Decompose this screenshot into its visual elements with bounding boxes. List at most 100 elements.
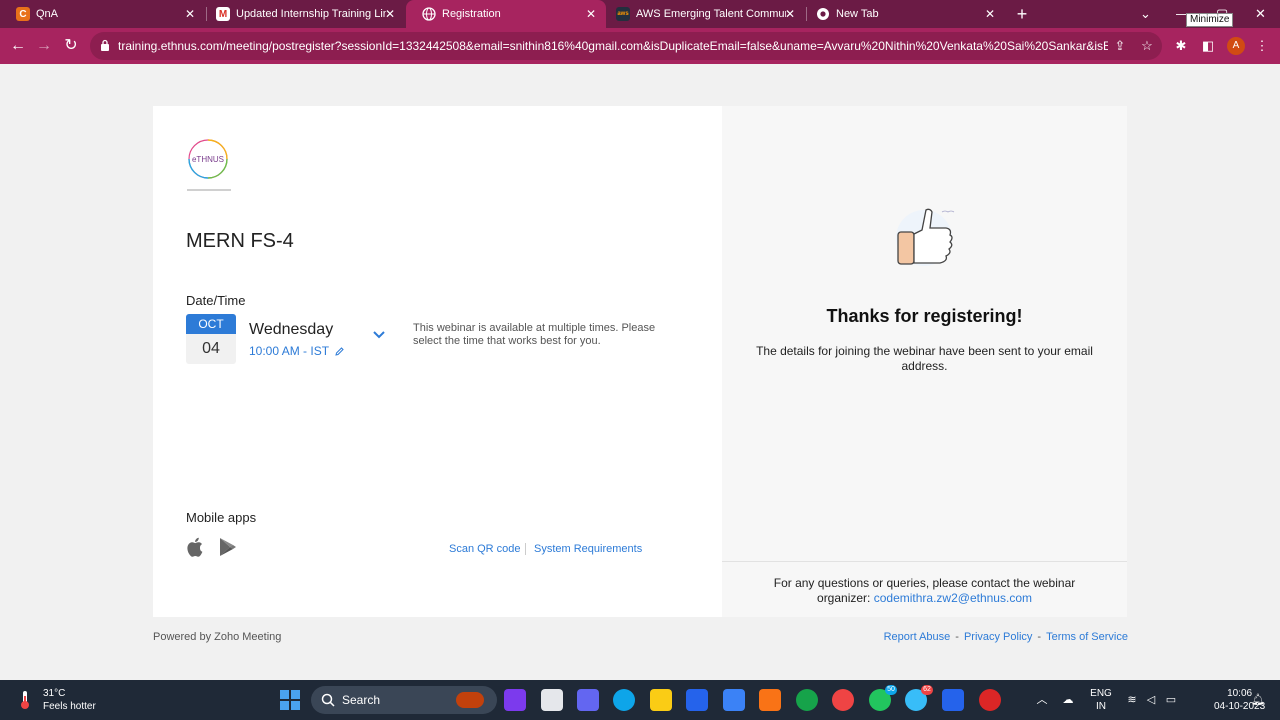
availability-note: This webinar is available at multiple ti… — [413, 322, 656, 347]
taskbar-search[interactable]: Search — [311, 686, 497, 714]
link-divider — [525, 543, 526, 555]
vscode-icon[interactable] — [942, 689, 964, 711]
lock-icon[interactable] — [100, 39, 110, 51]
volume-icon[interactable]: ◁ — [1143, 692, 1159, 708]
search-label: Search — [342, 693, 381, 707]
windows-taskbar: 31°C Feels hotter Search 50 62 ︿ ☁ ENG I… — [0, 680, 1280, 720]
tab-new-tab[interactable]: New Tab ✕ — [800, 0, 1005, 28]
region-code: IN — [1096, 701, 1106, 712]
tab-qna[interactable]: C QnA ✕ — [0, 0, 205, 28]
share-icon[interactable]: ⇪ — [1112, 38, 1128, 54]
ethnus-logo: eTHNUS — [187, 139, 231, 191]
weather-temperature[interactable]: 31°C — [43, 688, 65, 699]
edit-pencil-icon[interactable] — [334, 346, 345, 357]
file-explorer-icon[interactable] — [650, 689, 672, 711]
tab-title: New Tab — [836, 8, 879, 20]
edge-icon[interactable] — [613, 689, 635, 711]
system-requirements-link[interactable]: System Requirements — [534, 543, 642, 555]
mail-icon[interactable] — [723, 689, 745, 711]
whatsapp-icon[interactable]: 50 — [869, 685, 897, 711]
chevron-up-icon[interactable]: ︿ — [1034, 692, 1050, 708]
event-weekday: Wednesday — [249, 321, 334, 338]
footer-links: Report Abuse - Privacy Policy - Terms of… — [884, 631, 1128, 643]
tab-title: Updated Internship Training Link — [236, 8, 386, 20]
tab-title: AWS Emerging Talent Communit — [636, 8, 786, 20]
date-badge: OCT 04 — [186, 314, 236, 364]
scan-qr-link[interactable]: Scan QR code — [449, 543, 521, 555]
language-code: ENG — [1090, 688, 1112, 699]
minimize-tooltip: Minimize — [1186, 13, 1234, 27]
terms-of-service-link[interactable]: Terms of Service — [1046, 631, 1128, 643]
store-icon[interactable] — [686, 689, 708, 711]
new-tab-button[interactable]: + — [1012, 4, 1032, 24]
reload-button[interactable]: ↻ — [61, 36, 81, 56]
notification-bell-icon[interactable]: 🔔︎ — [1250, 692, 1266, 708]
whatsapp-badge: 50 — [885, 685, 897, 695]
date-day: 04 — [202, 340, 220, 357]
tab-gmail[interactable]: M Updated Internship Training Link ✕ — [200, 0, 405, 28]
tab-search-chevron-icon[interactable]: ⌄ — [1140, 4, 1151, 24]
confirmation-panel: Thanks for registering! The details for … — [722, 106, 1127, 617]
language-indicator[interactable]: ENG IN — [1090, 687, 1112, 713]
tab-registration[interactable]: Registration ✕ — [406, 0, 606, 28]
thanks-message: The details for joining the webinar have… — [756, 344, 1093, 373]
c-letter-icon: C — [16, 7, 30, 21]
windows-start-icon[interactable] — [280, 690, 300, 710]
task-view-icon[interactable] — [541, 689, 563, 711]
bookmark-star-icon[interactable]: ☆ — [1139, 38, 1155, 54]
event-title: MERN FS-4 — [186, 230, 294, 252]
date-time-label: Date/Time — [186, 293, 246, 308]
utorrent-icon[interactable] — [796, 689, 818, 711]
footer-separator: - — [955, 631, 959, 643]
footer-separator: - — [1037, 631, 1042, 643]
close-icon[interactable]: ✕ — [586, 7, 596, 21]
copilot-icon[interactable] — [504, 689, 526, 711]
weather-description[interactable]: Feels hotter — [43, 701, 96, 712]
close-icon[interactable]: ✕ — [985, 7, 995, 21]
more-menu-icon[interactable]: ⋮ — [1254, 38, 1270, 54]
tab-aws[interactable]: aws AWS Emerging Talent Communit ✕ — [600, 0, 805, 28]
close-icon[interactable]: ✕ — [185, 7, 195, 21]
divider — [722, 561, 1127, 562]
telegram-icon[interactable]: 62 — [905, 685, 933, 711]
battery-icon[interactable]: ▭ — [1163, 692, 1179, 708]
forward-button[interactable]: → — [34, 36, 54, 56]
tab-title: Registration — [442, 8, 501, 20]
omnibox[interactable]: training.ethnus.com/meeting/postregister… — [90, 32, 1162, 60]
thumbs-up-icon — [896, 208, 955, 266]
telegram-badge: 62 — [921, 685, 933, 695]
organizer-email-link[interactable]: codemithra.zw2@ethnus.com — [874, 591, 1032, 605]
event-details-panel: eTHNUS MERN FS-4 Date/Time OCT 04 Wednes… — [153, 106, 722, 617]
chevron-down-icon[interactable] — [372, 330, 386, 340]
aws-icon: aws — [616, 7, 630, 21]
thermometer-icon[interactable] — [16, 690, 34, 710]
back-button[interactable]: ← — [8, 36, 28, 56]
chrome-taskbar-icon[interactable] — [832, 689, 854, 711]
onedrive-icon[interactable]: ☁ — [1060, 692, 1076, 708]
report-abuse-link[interactable]: Report Abuse — [884, 631, 951, 643]
search-highlight-icon — [456, 692, 484, 708]
close-icon[interactable]: ✕ — [785, 7, 795, 21]
globe-icon — [422, 7, 436, 21]
teams-chat-icon[interactable] — [577, 689, 599, 711]
address-bar-row: ← → ↻ training.ethnus.com/meeting/postre… — [0, 28, 1280, 64]
extensions-icon[interactable]: ✱ — [1173, 38, 1189, 54]
wifi-icon[interactable]: ≋ — [1124, 692, 1140, 708]
side-panel-icon[interactable]: ◧ — [1200, 38, 1216, 54]
brave-icon[interactable] — [759, 689, 781, 711]
svg-text:eTHNUS: eTHNUS — [192, 155, 224, 164]
date-month: OCT — [186, 314, 236, 334]
close-window-button[interactable]: ✕ — [1255, 4, 1266, 24]
profile-avatar[interactable]: A — [1227, 37, 1245, 55]
contact-text: For any questions or queries, please con… — [752, 576, 1097, 606]
chrome-profile-icon[interactable] — [979, 689, 1001, 711]
apple-icon[interactable] — [186, 536, 206, 558]
google-play-icon[interactable] — [219, 537, 237, 557]
search-icon — [321, 693, 335, 707]
mobile-apps-label: Mobile apps — [186, 510, 257, 525]
tab-strip: C QnA ✕ M Updated Internship Training Li… — [0, 0, 1280, 28]
close-icon[interactable]: ✕ — [385, 7, 395, 21]
event-time: 10:00 AM - IST — [249, 344, 330, 358]
privacy-policy-link[interactable]: Privacy Policy — [964, 631, 1032, 643]
url-text[interactable]: training.ethnus.com/meeting/postregister… — [118, 39, 1108, 53]
